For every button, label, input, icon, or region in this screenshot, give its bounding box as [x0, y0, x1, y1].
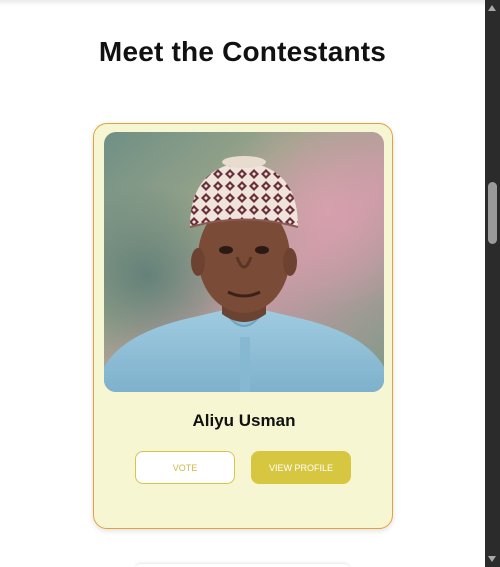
scroll-down-arrow-icon[interactable] [488, 556, 496, 562]
vote-button[interactable]: VOTE [135, 451, 235, 484]
header-shadow [0, 0, 485, 6]
scroll-thumb[interactable] [488, 182, 497, 244]
contestant-photo [104, 132, 384, 392]
page: Meet the Contestants Aliyu Usman VOTE VI… [0, 0, 485, 567]
contestant-name: Aliyu Usman [192, 411, 296, 430]
contestant-card: Aliyu Usman VOTE VIEW PROFILE [93, 123, 393, 529]
section-title: Meet the Contestants [98, 36, 387, 67]
view-profile-button[interactable]: VIEW PROFILE [251, 451, 351, 484]
next-card-edge [135, 563, 350, 567]
scroll-up-arrow-icon[interactable] [488, 5, 496, 11]
vertical-scrollbar[interactable] [485, 0, 500, 567]
